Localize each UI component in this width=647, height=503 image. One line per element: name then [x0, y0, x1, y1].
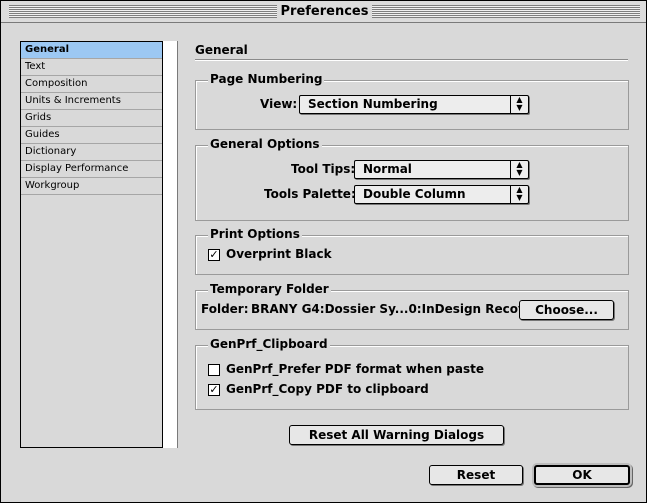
- sidebar-item-grids[interactable]: Grids: [21, 110, 162, 127]
- section-heading: General: [195, 43, 248, 57]
- view-value: Section Numbering: [308, 97, 438, 111]
- preferences-sidebar: General Text Composition Units & Increme…: [20, 41, 163, 448]
- reset-all-warning-dialogs-button[interactable]: Reset All Warning Dialogs: [289, 425, 504, 445]
- copy-pdf-label[interactable]: GenPrf_Copy PDF to clipboard: [226, 382, 429, 396]
- clipboard-title: GenPrf_Clipboard: [208, 337, 330, 351]
- temporary-folder-title: Temporary Folder: [208, 282, 331, 296]
- sidebar-item-guides[interactable]: Guides: [21, 127, 162, 144]
- prefer-pdf-label[interactable]: GenPrf_Prefer PDF format when paste: [226, 362, 484, 376]
- popup-arrows-icon: ▲ ▼: [510, 161, 528, 178]
- sidebar-scroll-strip[interactable]: [163, 41, 178, 448]
- arrow-down-icon: ▼: [516, 103, 523, 112]
- ok-button[interactable]: OK: [534, 465, 630, 485]
- general-options-title: General Options: [208, 137, 322, 151]
- general-options-group: General Options: [195, 137, 629, 221]
- folder-path: BRANY G4:Dossier Sy...0:InDesign Recover…: [251, 302, 548, 316]
- heading-divider: [195, 59, 628, 61]
- title-stripes-left: [9, 5, 277, 18]
- view-popup[interactable]: Section Numbering ▲ ▼: [299, 95, 529, 114]
- tools-palette-label: Tools Palette:: [264, 187, 356, 201]
- sidebar-item-text[interactable]: Text: [21, 59, 162, 76]
- overprint-black-label[interactable]: Overprint Black: [226, 247, 332, 261]
- popup-arrows-icon: ▲ ▼: [510, 96, 528, 113]
- arrow-down-icon: ▼: [516, 193, 523, 202]
- title-stripes-right: [372, 5, 640, 18]
- sidebar-item-composition[interactable]: Composition: [21, 76, 162, 93]
- copy-pdf-checkbox[interactable]: ✓: [208, 384, 220, 396]
- arrow-down-icon: ▼: [516, 168, 523, 177]
- sidebar-item-display-performance[interactable]: Display Performance: [21, 161, 162, 178]
- view-label: View:: [260, 97, 298, 111]
- page-numbering-title: Page Numbering: [208, 72, 325, 86]
- preferences-window: Preferences General Text Composition Uni…: [0, 0, 647, 503]
- tooltips-label: Tool Tips:: [291, 162, 356, 176]
- folder-label: Folder:: [201, 302, 249, 316]
- reset-button[interactable]: Reset: [429, 465, 523, 485]
- tools-palette-value: Double Column: [363, 187, 466, 201]
- window-title: Preferences: [280, 4, 369, 19]
- sidebar-item-units-increments[interactable]: Units & Increments: [21, 93, 162, 110]
- prefer-pdf-checkbox[interactable]: [208, 364, 220, 376]
- clipboard-group: GenPrf_Clipboard: [195, 337, 629, 410]
- sidebar-item-workgroup[interactable]: Workgroup: [21, 178, 162, 195]
- tools-palette-popup[interactable]: Double Column ▲ ▼: [354, 185, 529, 204]
- sidebar-item-general[interactable]: General: [21, 42, 162, 59]
- tooltips-popup[interactable]: Normal ▲ ▼: [354, 160, 529, 179]
- sidebar-item-dictionary[interactable]: Dictionary: [21, 144, 162, 161]
- print-options-title: Print Options: [208, 227, 302, 241]
- title-bar[interactable]: Preferences: [1, 1, 646, 23]
- tooltips-value: Normal: [363, 162, 412, 176]
- choose-folder-button[interactable]: Choose...: [519, 300, 614, 320]
- popup-arrows-icon: ▲ ▼: [510, 186, 528, 203]
- overprint-black-checkbox[interactable]: ✓: [208, 249, 220, 261]
